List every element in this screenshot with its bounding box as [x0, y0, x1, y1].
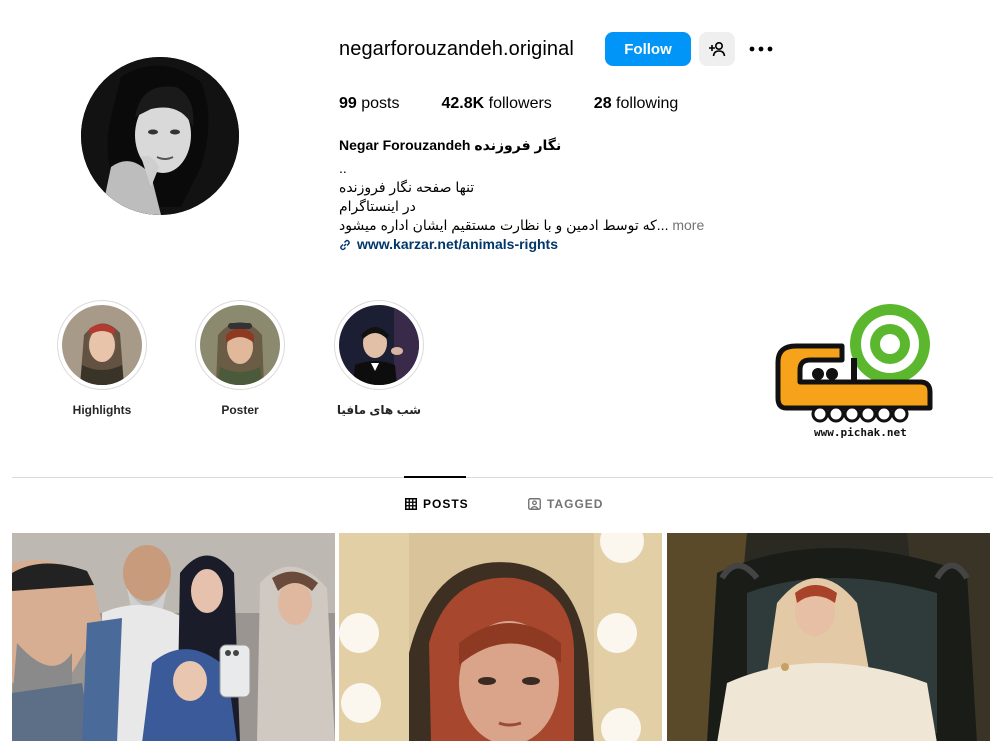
highlight-label: Highlights: [72, 403, 132, 417]
bio-link-text: www.karzar.net/animals-rights: [357, 236, 558, 252]
suggested-accounts-button[interactable]: [699, 32, 735, 66]
post-thumbnail[interactable]: [667, 533, 990, 741]
watermark-url: www.pichak.net: [814, 426, 907, 439]
post-thumbnail[interactable]: [12, 533, 335, 741]
highlight-mafia-nights[interactable]: شب های مافیا: [324, 300, 434, 417]
tab-posts[interactable]: POSTS: [405, 497, 469, 511]
profile-stats: 99 posts 42.8K followers 28 following: [339, 95, 720, 113]
tabs-divider: [12, 477, 993, 478]
posts-count: 99: [339, 95, 357, 112]
following-count: 28: [593, 95, 612, 112]
tab-tagged[interactable]: TAGGED: [528, 497, 603, 511]
bio-line: که توسط ادمین و با نظارت مستقیم ایشان اد…: [339, 217, 669, 233]
username: negarforouzandeh.original: [339, 37, 574, 60]
avatar-photo: [81, 57, 239, 215]
highlight-ring: [57, 300, 147, 390]
person-add-icon: [709, 41, 726, 57]
bio-line: در اینستاگرام: [339, 198, 416, 214]
bio-line-truncated: که توسط ادمین و با نظارت مستقیم ایشان اد…: [339, 216, 719, 235]
bio-line: ..: [339, 160, 347, 176]
highlight-thumbnail: [339, 305, 419, 385]
highlight-label: Poster: [221, 403, 259, 417]
posts-label: posts: [361, 95, 400, 112]
highlight-ring: [195, 300, 285, 390]
following-stat[interactable]: 28 following: [594, 95, 679, 113]
highlight-thumbnail: [62, 305, 142, 385]
highlight-ring: [334, 300, 424, 390]
tab-posts-label: POSTS: [423, 497, 469, 511]
profile-avatar[interactable]: [81, 57, 239, 215]
following-label: following: [616, 95, 679, 112]
followers-stat[interactable]: 42.8K followers: [442, 95, 552, 113]
highlight-label: شب های مافیا: [336, 403, 422, 417]
posts-stat: 99 posts: [339, 95, 400, 113]
grid-icon: [405, 498, 417, 510]
full-name: Negar Forouzandeh نگار فروزنده: [339, 137, 562, 153]
more-options-button[interactable]: [746, 38, 776, 60]
tab-tagged-label: TAGGED: [547, 497, 604, 511]
pichak-logo-icon: www.pichak.net: [775, 304, 933, 439]
active-tab-indicator: [404, 476, 466, 478]
bio-more-link[interactable]: more: [672, 217, 704, 233]
tagged-icon: [528, 498, 541, 510]
highlight-highlights[interactable]: Highlights: [47, 300, 157, 417]
watermark-logo: www.pichak.net: [770, 302, 940, 442]
link-icon: [340, 239, 350, 250]
highlight-thumbnail: [200, 305, 280, 385]
profile-bio: Negar Forouzandeh نگار فروزنده .. تنها ص…: [339, 136, 719, 254]
bio-line: تنها صفحه نگار فروزنده: [339, 179, 475, 195]
post-thumbnail[interactable]: [339, 533, 662, 741]
follow-button[interactable]: Follow: [605, 32, 691, 66]
followers-count: 42.8K: [441, 95, 485, 112]
followers-label: followers: [488, 95, 552, 112]
highlight-poster[interactable]: Poster: [185, 300, 295, 417]
username-row: negarforouzandeh.original: [339, 32, 574, 66]
bio-external-link[interactable]: www.karzar.net/animals-rights: [339, 235, 719, 254]
more-dots-icon: [749, 46, 773, 52]
